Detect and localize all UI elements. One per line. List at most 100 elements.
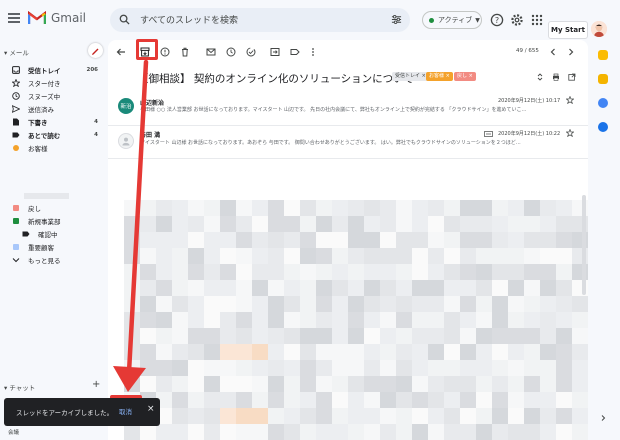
search-input[interactable]: すべてのスレッドを検索: [140, 13, 238, 26]
blur-tile: [268, 296, 284, 312]
vertical-scrollbar[interactable]: [582, 195, 586, 295]
open-new-window-icon[interactable]: [568, 73, 576, 81]
blur-tile: [140, 360, 156, 376]
blur-tile: [220, 360, 236, 376]
chip-customer[interactable]: お客様 ×: [426, 72, 453, 81]
blur-tile: [524, 216, 540, 232]
sidebar-item-more[interactable]: もっと見る: [0, 254, 104, 266]
blur-tile: [396, 296, 412, 312]
chip-return[interactable]: 戻し ×: [454, 72, 476, 81]
blur-tile: [236, 424, 252, 440]
sidebar-item-important-customers[interactable]: 重要顧客: [0, 241, 104, 253]
blur-tile: [508, 312, 524, 328]
search-icon[interactable]: [119, 14, 130, 25]
older-chevron-icon[interactable]: [566, 47, 576, 57]
blur-tile: [572, 296, 588, 312]
blur-tile: [252, 408, 268, 424]
more-vert-icon[interactable]: [308, 47, 318, 57]
blur-tile: [460, 216, 476, 232]
sidebar-item-new-business[interactable]: 新規事業部: [0, 215, 104, 227]
blur-tile: [508, 216, 524, 232]
message-row[interactable]: 新治 山辺新治 2020年9月12日(土) 10:17 与田様 ○○ 法人営業部…: [108, 92, 588, 126]
sidebar-item-checking[interactable]: 確認中: [10, 228, 114, 240]
sidebar-item-starred[interactable]: スター付き: [0, 77, 104, 89]
search-options-icon[interactable]: [391, 14, 402, 25]
keep-app-icon[interactable]: [598, 74, 608, 84]
blur-tile: [172, 216, 188, 232]
mail-section-header[interactable]: ▾ メール: [4, 47, 29, 57]
blur-tile: [460, 312, 476, 328]
delete-trash-icon[interactable]: [180, 47, 190, 57]
move-to-icon[interactable]: [270, 47, 280, 57]
blur-tile: [524, 344, 540, 360]
blur-tile: [540, 264, 556, 280]
blur-tile: [124, 360, 140, 376]
blur-tile: [380, 200, 396, 216]
help-icon[interactable]: ?: [490, 13, 504, 27]
blur-tile: [412, 376, 428, 392]
sidebar-item-snoozed[interactable]: スヌーズ中: [0, 90, 104, 102]
blur-tile: [348, 264, 364, 280]
blur-tile: [124, 216, 140, 232]
message-row[interactable]: 与田 満 2020年9月12日(土) 10:22 マイスタート 山辺様 お世話に…: [108, 127, 588, 157]
compose-button[interactable]: [88, 43, 103, 58]
blur-tile: [428, 344, 444, 360]
blur-tile: [332, 392, 348, 408]
mystart-account-badge[interactable]: My Start: [548, 21, 588, 39]
gmail-logo[interactable]: Gmail: [28, 11, 86, 25]
blur-tile: [476, 328, 492, 344]
sidebar-item-read-later[interactable]: あとで読む 4: [0, 129, 104, 141]
user-avatar[interactable]: [591, 21, 607, 37]
mark-unread-icon[interactable]: [206, 47, 216, 57]
star-icon[interactable]: [566, 129, 574, 137]
sidebar-item-customers[interactable]: お客様: [0, 142, 104, 154]
add-task-icon[interactable]: [246, 47, 256, 57]
status-selector[interactable]: アクティブ ▼: [422, 11, 482, 29]
expand-collapse-icon[interactable]: [536, 73, 544, 81]
blur-tile: [236, 312, 252, 328]
blur-tile: [556, 328, 572, 344]
blur-tile: [332, 408, 348, 424]
report-spam-icon[interactable]: [160, 47, 170, 57]
blur-tile: [380, 392, 396, 408]
chip-inbox[interactable]: 受信トレイ ×: [392, 72, 429, 81]
label-icon: [22, 230, 30, 238]
label-tag-icon[interactable]: [290, 47, 300, 57]
blur-tile: [188, 424, 204, 440]
blur-tile: [524, 248, 540, 264]
blur-tile: [300, 344, 316, 360]
sidebar-item-inbox[interactable]: 受信トレイ 206: [0, 64, 104, 76]
blur-tile: [492, 328, 508, 344]
print-icon[interactable]: [552, 73, 560, 81]
blur-tile: [204, 328, 220, 344]
expand-side-panel-icon[interactable]: [599, 414, 607, 422]
contacts-app-icon[interactable]: [598, 122, 608, 132]
search-bar[interactable]: すべてのスレッドを検索: [110, 8, 410, 32]
main-menu-icon[interactable]: [8, 13, 20, 23]
blur-tile: [172, 408, 188, 424]
star-icon[interactable]: [566, 96, 574, 104]
blur-tile: [316, 264, 332, 280]
blur-tile: [556, 248, 572, 264]
blur-tile: [124, 264, 140, 280]
calendar-app-icon[interactable]: [598, 50, 608, 60]
undo-button[interactable]: 取消: [119, 406, 132, 416]
add-chat-icon[interactable]: +: [92, 379, 100, 390]
blur-tile: [220, 376, 236, 392]
snooze-clock-icon[interactable]: [226, 47, 236, 57]
sidebar-item-sent[interactable]: 送信済み: [0, 103, 104, 115]
sidebar-item-drafts[interactable]: 下書き 4: [0, 116, 104, 128]
blur-tile: [412, 424, 428, 440]
newer-chevron-icon[interactable]: [548, 47, 558, 57]
tasks-app-icon[interactable]: [598, 98, 608, 108]
sidebar-item-label: スヌーズ中: [28, 93, 61, 101]
settings-gear-icon[interactable]: [510, 13, 524, 27]
blur-tile: [252, 344, 268, 360]
close-icon[interactable]: ×: [147, 404, 155, 414]
apps-grid-icon[interactable]: [530, 13, 544, 27]
blur-tile: [140, 200, 156, 216]
chat-section-header[interactable]: ▾ チャット: [4, 382, 35, 392]
sidebar-item-return[interactable]: 戻し: [0, 202, 104, 214]
back-arrow-icon[interactable]: [116, 47, 126, 57]
blur-tile: [220, 200, 236, 216]
